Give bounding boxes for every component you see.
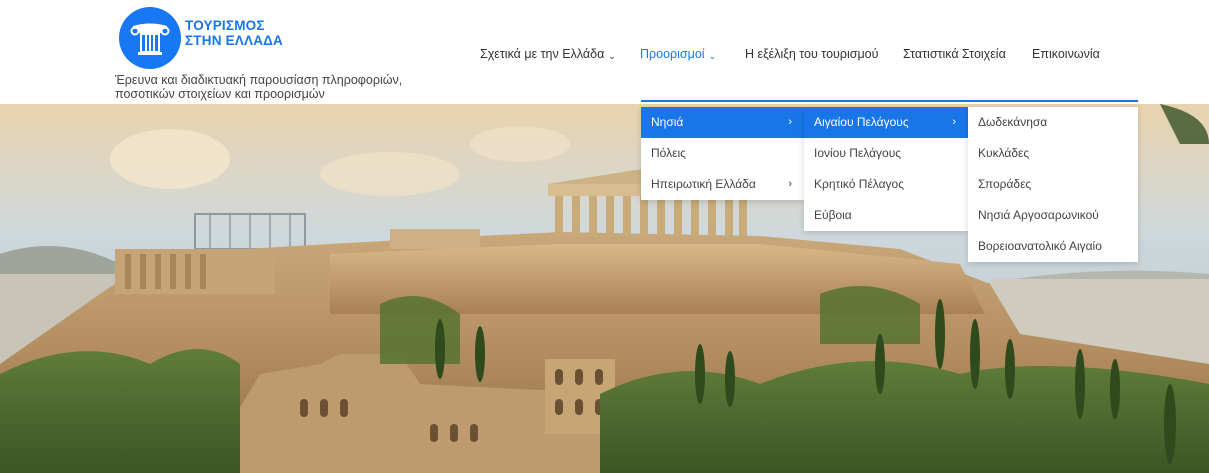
site-title-line1: ΤΟΥΡΙΣΜΟΣ <box>185 18 265 33</box>
menu-item-label: Δωδεκάνησα <box>978 115 1048 129</box>
menu-item-label: Εύβοια <box>814 208 852 222</box>
tagline-line2: ποσοτικών στοιχείων και προορισμών <box>115 87 325 101</box>
nav-item-label: Η εξέλιξη του τουρισμού <box>745 47 879 61</box>
nav-item-destinations[interactable]: Προορισμοί ⌄ <box>640 47 716 61</box>
menu-item-evia[interactable]: Εύβοια <box>804 200 968 231</box>
site-title[interactable]: ΤΟΥΡΙΣΜΟΣ ΣΤΗΝ ΕΛΛΑΔΑ <box>185 18 283 48</box>
menu-item-label: Βορειοανατολικό Αιγαίο <box>978 239 1102 253</box>
menu-item-sporades[interactable]: Σποράδες <box>968 169 1138 200</box>
menu-item-label: Νησιά Αργοσαρωνικού <box>978 208 1099 222</box>
dropdown-islands: Αιγαίου Πελάγους › Ιονίου Πελάγους Κρητι… <box>804 107 968 231</box>
nav-item-label: Προορισμοί <box>640 47 705 61</box>
nav-item-contact[interactable]: Επικοινωνία <box>1032 47 1100 61</box>
chevron-right-icon: › <box>788 116 792 128</box>
chevron-down-icon: ⌄ <box>608 51 616 61</box>
nav-item-about-greece[interactable]: Σχετικά με την Ελλάδα ⌄ <box>480 47 616 61</box>
nav-item-label: Επικοινωνία <box>1032 47 1100 61</box>
menu-item-label: Κυκλάδες <box>978 146 1030 160</box>
menu-item-cyclades[interactable]: Κυκλάδες <box>968 138 1138 169</box>
menu-item-label: Πόλεις <box>651 146 686 160</box>
menu-item-label: Σποράδες <box>978 177 1032 191</box>
chevron-right-icon: › <box>788 178 792 190</box>
site-header: ΤΟΥΡΙΣΜΟΣ ΣΤΗΝ ΕΛΛΑΔΑ Έρευνα και διαδικτ… <box>0 0 1209 104</box>
menu-item-ionian-sea[interactable]: Ιονίου Πελάγους <box>804 138 968 169</box>
dropdown-destinations: Νησιά › Πόλεις Ηπειρωτική Ελλάδα › <box>641 107 804 200</box>
nav-item-tourism-evolution[interactable]: Η εξέλιξη του τουρισμού <box>745 47 878 61</box>
site-logo[interactable] <box>119 7 181 69</box>
menu-item-aegean-sea[interactable]: Αιγαίου Πελάγους › <box>804 107 968 138</box>
site-tagline: Έρευνα και διαδικτυακή παρουσίαση πληροφ… <box>115 73 435 101</box>
dropdown-accent-bar <box>641 100 1138 102</box>
menu-item-mainland-greece[interactable]: Ηπειρωτική Ελλάδα › <box>641 169 804 200</box>
dropdown-aegean: Δωδεκάνησα Κυκλάδες Σποράδες Νησιά Αργοσ… <box>968 107 1138 262</box>
nav-item-label: Στατιστικά Στοιχεία <box>903 47 1006 61</box>
menu-item-label: Αιγαίου Πελάγους <box>814 115 909 129</box>
menu-item-argosaronic-islands[interactable]: Νησιά Αργοσαρωνικού <box>968 200 1138 231</box>
menu-item-islands[interactable]: Νησιά › <box>641 107 804 138</box>
menu-item-cretan-sea[interactable]: Κρητικό Πέλαγος <box>804 169 968 200</box>
menu-item-dodecanese[interactable]: Δωδεκάνησα <box>968 107 1138 138</box>
chevron-right-icon: › <box>952 116 956 128</box>
tagline-line1: Έρευνα και διαδικτυακή παρουσίαση πληροφ… <box>115 73 403 87</box>
menu-item-label: Ιονίου Πελάγους <box>814 146 902 160</box>
menu-item-northeast-aegean[interactable]: Βορειοανατολικό Αιγαίο <box>968 231 1138 262</box>
menu-item-label: Ηπειρωτική Ελλάδα <box>651 177 756 191</box>
menu-item-label: Κρητικό Πέλαγος <box>814 177 904 191</box>
site-title-line2: ΣΤΗΝ ΕΛΛΑΔΑ <box>185 33 284 48</box>
greek-column-icon <box>130 23 170 55</box>
menu-item-label: Νησιά <box>651 115 684 129</box>
nav-item-label: Σχετικά με την Ελλάδα <box>480 47 605 61</box>
chevron-down-icon: ⌄ <box>708 51 717 61</box>
nav-item-statistics[interactable]: Στατιστικά Στοιχεία <box>903 47 1006 61</box>
menu-item-cities[interactable]: Πόλεις <box>641 138 804 169</box>
